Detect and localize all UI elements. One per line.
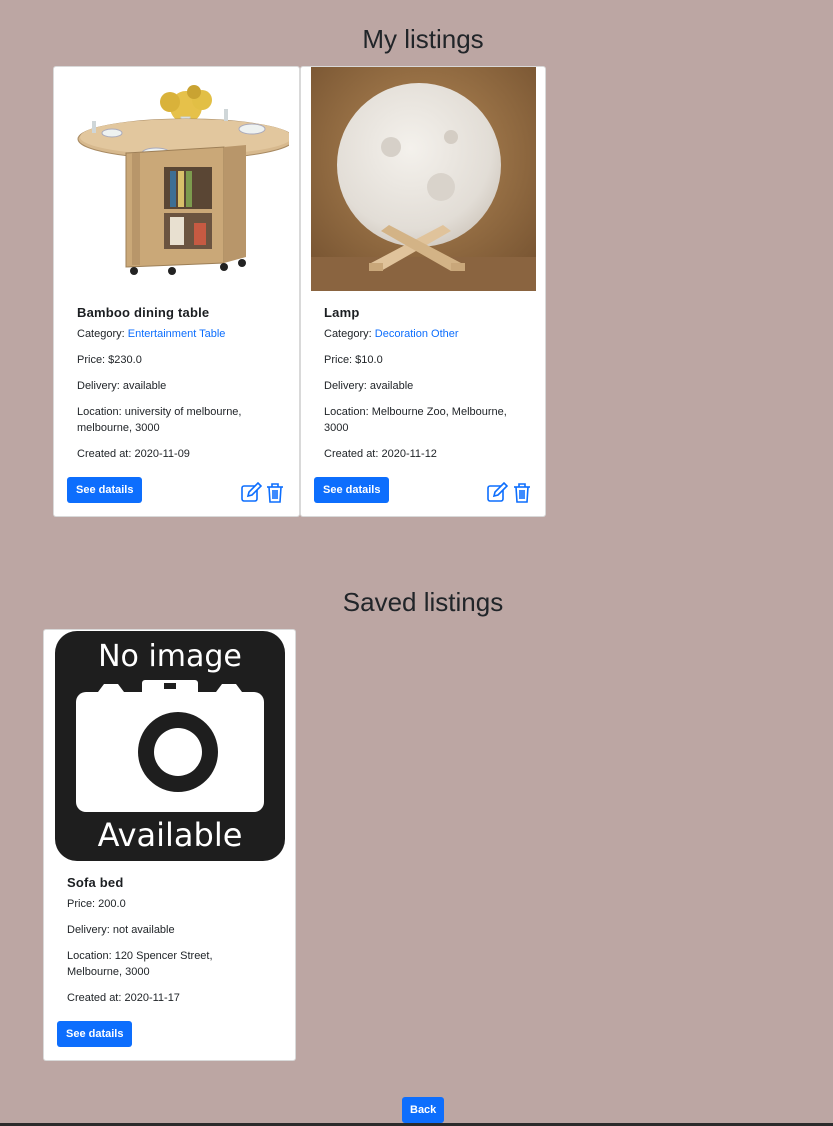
listing-title: Sofa bed xyxy=(67,875,124,890)
category-label: Category: xyxy=(77,328,125,340)
page: My listings Bamboo dining table Category… xyxy=(0,0,833,1126)
no-image-placeholder: No image Available xyxy=(54,630,286,862)
listing-category: Category: Entertainment Table xyxy=(77,326,287,342)
listing-location-line1: Location: university of melbourne, xyxy=(77,406,242,418)
listing-location-line2: Melbourne, 3000 xyxy=(67,966,150,978)
category-link[interactable]: Decoration Other xyxy=(375,328,459,340)
listing-title: Bamboo dining table xyxy=(77,305,210,320)
see-details-button[interactable]: See datails xyxy=(314,477,390,503)
my-listings-title: My listings xyxy=(362,24,484,54)
saved-listings-title: Saved listings xyxy=(342,587,504,617)
listing-created: Created at: 2020-11-12 xyxy=(324,448,437,460)
edit-icon[interactable] xyxy=(240,481,263,504)
listing-image xyxy=(311,67,536,291)
listing-location-line1: Location: 120 Spencer Street, xyxy=(67,950,213,962)
category-label: Category: xyxy=(324,328,372,340)
listing-card: Lamp Category: Decoration Other Price: $… xyxy=(300,66,546,517)
listing-delivery: Delivery: available xyxy=(324,380,414,392)
listing-price: Price: $230.0 xyxy=(77,354,142,366)
listing-location-line1: Location: Melbourne Zoo, Melbourne, xyxy=(324,406,507,418)
listing-price: Price: $10.0 xyxy=(324,354,383,366)
listing-image xyxy=(64,67,289,291)
listing-category: Category: Decoration Other xyxy=(324,326,533,342)
listing-delivery: Delivery: available xyxy=(77,380,167,392)
listing-location-line2: melbourne, 3000 xyxy=(77,422,160,434)
listing-title: Lamp xyxy=(324,305,360,320)
see-details-button[interactable]: See datails xyxy=(67,477,143,503)
saved-listing-card: No image Available Sofa bed Price: 200.0… xyxy=(43,629,296,1061)
listing-card: Bamboo dining table Category: Entertainm… xyxy=(53,66,300,517)
edit-icon[interactable] xyxy=(486,481,509,504)
category-link[interactable]: Entertainment Table xyxy=(128,328,226,340)
see-details-button[interactable]: See datails xyxy=(57,1021,133,1047)
listing-price: Price: 200.0 xyxy=(67,898,126,910)
listing-created: Created at: 2020-11-09 xyxy=(77,448,190,460)
trash-icon[interactable] xyxy=(511,482,533,504)
no-image-text: No image xyxy=(98,639,242,674)
listing-location-line2: 3000 xyxy=(324,422,349,434)
listing-created: Created at: 2020-11-17 xyxy=(67,992,180,1004)
trash-icon[interactable] xyxy=(264,482,286,504)
back-button[interactable]: Back xyxy=(402,1097,445,1123)
listing-delivery: Delivery: not available xyxy=(67,924,175,936)
available-text: Available xyxy=(98,816,243,854)
